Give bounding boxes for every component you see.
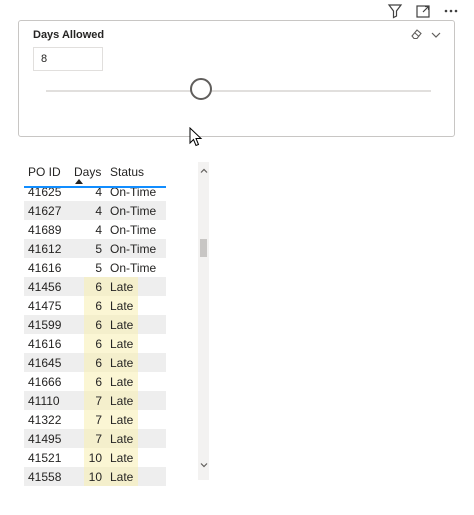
table-scrollbar[interactable] [198, 162, 209, 480]
chevron-down-icon[interactable] [430, 28, 442, 46]
slider-thumb[interactable] [190, 78, 212, 100]
status-cell: Late [110, 375, 134, 389]
days-cell: 4 [95, 204, 102, 218]
days-cell: 4 [95, 223, 102, 237]
po-id-cell: 41616 [28, 337, 62, 351]
status-cell: Late [110, 337, 134, 351]
table-row[interactable]: 41645 6 Late [24, 353, 166, 372]
days-cell: 5 [95, 242, 102, 256]
column-header-days[interactable]: Days [74, 165, 101, 179]
po-id-cell: 41495 [28, 432, 62, 446]
status-cell: On-Time [110, 261, 157, 275]
po-id-cell: 41599 [28, 318, 62, 332]
table-row[interactable]: 41612 5 On-Time [24, 239, 166, 258]
column-header-status[interactable]: Status [110, 165, 144, 179]
scroll-up-icon[interactable] [198, 166, 209, 180]
header-underline [24, 186, 166, 188]
days-cell: 7 [95, 413, 102, 427]
filter-icon[interactable] [386, 2, 404, 20]
table-header: PO ID Days Status [24, 158, 166, 186]
days-cell: 10 [88, 470, 102, 484]
po-id-cell: 41645 [28, 356, 62, 370]
po-id-cell: 41558 [28, 470, 62, 484]
table-row[interactable]: 41689 4 On-Time [24, 220, 166, 239]
table-row[interactable]: 41627 4 On-Time [24, 201, 166, 220]
po-id-cell: 41612 [28, 242, 62, 256]
status-cell: Late [110, 432, 134, 446]
status-cell: Late [110, 413, 134, 427]
table-row[interactable]: 41456 6 Late [24, 277, 166, 296]
status-cell: Late [110, 356, 134, 370]
days-cell: 7 [95, 394, 102, 408]
table-row[interactable]: 41616 5 On-Time [24, 258, 166, 277]
status-cell: On-Time [110, 242, 157, 256]
days-cell: 6 [95, 375, 102, 389]
days-cell: 6 [95, 337, 102, 351]
scroll-down-icon[interactable] [198, 460, 209, 474]
days-cell: 6 [95, 318, 102, 332]
days-cell: 10 [88, 451, 102, 465]
days-cell: 6 [95, 280, 102, 294]
slicer-actions [410, 27, 442, 46]
table-row[interactable]: 41616 6 Late [24, 334, 166, 353]
slider-track[interactable] [46, 90, 431, 92]
status-cell: Late [110, 451, 134, 465]
column-header-po-id[interactable]: PO ID [28, 165, 61, 179]
table-row[interactable]: 41666 6 Late [24, 372, 166, 391]
table-row[interactable]: 41521 10 Late [24, 448, 166, 467]
sort-ascending-icon [75, 179, 83, 184]
table-row[interactable]: 41599 6 Late [24, 315, 166, 334]
po-id-cell: 41110 [28, 394, 60, 408]
po-id-cell: 41627 [28, 204, 62, 218]
po-id-cell: 41322 [28, 413, 62, 427]
status-cell: Late [110, 470, 134, 484]
po-id-cell: 41689 [28, 223, 62, 237]
days-cell: 7 [95, 432, 102, 446]
table-row[interactable]: 41110 7 Late [24, 391, 166, 410]
mouse-cursor-icon [189, 126, 203, 152]
status-cell: Late [110, 299, 134, 313]
more-options-icon[interactable] [442, 2, 460, 20]
table-row[interactable]: 41475 6 Late [24, 296, 166, 315]
days-cell: 6 [95, 356, 102, 370]
days-allowed-slicer: Days Allowed 8 [18, 20, 455, 137]
po-id-cell: 41521 [28, 451, 62, 465]
focus-mode-icon[interactable] [414, 2, 432, 20]
days-allowed-input[interactable]: 8 [33, 47, 103, 71]
slicer-title: Days Allowed [33, 29, 105, 41]
po-id-cell: 41666 [28, 375, 62, 389]
days-cell: 6 [95, 299, 102, 313]
po-table: 41625 4 On-Time 41627 4 On-Time 41689 4 On-Time 4… [24, 158, 209, 488]
status-cell: Late [110, 280, 134, 294]
po-id-cell: 41456 [28, 280, 62, 294]
status-cell: On-Time [110, 204, 157, 218]
table-row[interactable]: 41558 10 Late [24, 467, 166, 486]
po-id-cell: 41475 [28, 299, 62, 313]
status-cell: On-Time [110, 223, 157, 237]
days-cell: 5 [95, 261, 102, 275]
eraser-icon[interactable] [410, 27, 424, 46]
table-row[interactable]: 41495 7 Late [24, 429, 166, 448]
scroll-thumb[interactable] [200, 239, 207, 257]
po-id-cell: 41616 [28, 261, 62, 275]
status-cell: Late [110, 394, 134, 408]
visual-header-toolbar [386, 1, 460, 21]
table-body: 41625 4 On-Time 41627 4 On-Time 41689 4 On-Time 4… [24, 182, 166, 486]
status-cell: Late [110, 318, 134, 332]
table-row[interactable]: 41322 7 Late [24, 410, 166, 429]
